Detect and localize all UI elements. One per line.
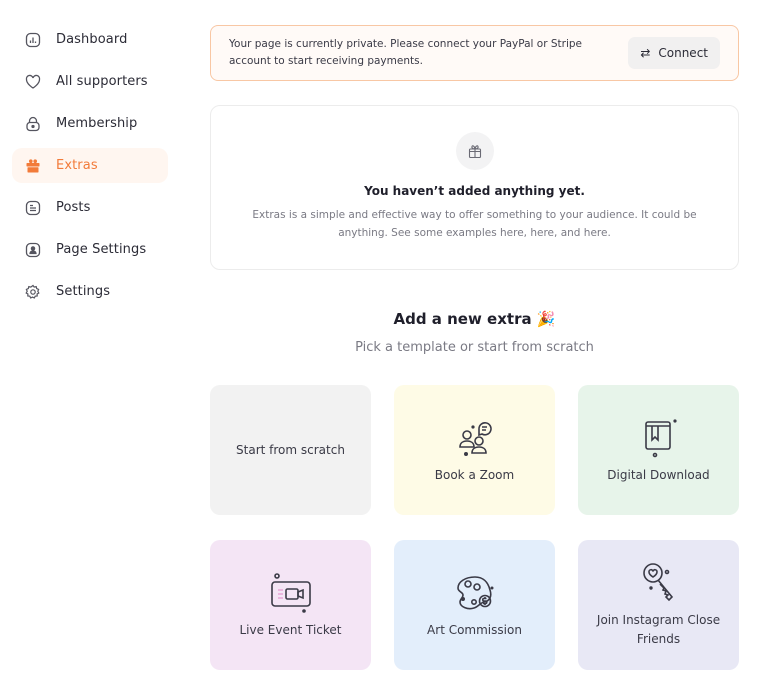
key-heart-icon: [642, 563, 673, 602]
profile-icon: [24, 241, 42, 259]
party-popper-icon: 🎉: [536, 310, 556, 328]
document-icon: [24, 199, 42, 217]
add-extra-subtitle: Pick a template or start from scratch: [355, 340, 594, 355]
template-label: Art Commission: [427, 622, 522, 637]
sidebar-item-label: Dashboard: [56, 32, 128, 47]
video-camera-icon: [270, 572, 311, 613]
sidebar-item-all-supporters[interactable]: All supporters: [12, 64, 168, 99]
private-page-banner: Your page is currently private. Please c…: [210, 25, 739, 81]
book-icon: [644, 418, 677, 457]
sidebar-item-label: Membership: [56, 116, 138, 131]
gear-icon: [24, 283, 42, 301]
template-live-event-ticket[interactable]: Live Event Ticket: [210, 540, 371, 670]
sidebar-item-settings[interactable]: Settings: [12, 274, 168, 309]
sidebar-item-extras[interactable]: Extras: [12, 148, 168, 183]
empty-state-description: Extras is a simple and effective way to …: [252, 209, 697, 239]
template-book-a-zoom[interactable]: Book a Zoom: [394, 385, 555, 515]
heart-icon: [24, 73, 42, 91]
sidebar-item-label: Extras: [56, 158, 98, 173]
lock-icon: [24, 115, 42, 133]
chart-icon: [24, 31, 42, 49]
sidebar-item-posts[interactable]: Posts: [12, 190, 168, 225]
template-label: Start from scratch: [236, 442, 345, 457]
template-label: Join Instagram Close Friends: [596, 613, 721, 646]
template-art-commission[interactable]: Art Commission: [394, 540, 555, 670]
template-join-instagram-close-friends[interactable]: Join Instagram Close Friends: [578, 540, 739, 670]
empty-state-card: You haven’t added anything yet. Extras i…: [210, 105, 739, 270]
template-digital-download[interactable]: Digital Download: [578, 385, 739, 515]
sidebar-item-label: All supporters: [56, 74, 148, 89]
template-start-from-scratch[interactable]: Start from scratch: [210, 385, 371, 515]
sidebar-item-label: Page Settings: [56, 242, 147, 257]
sidebar-item-label: Settings: [56, 284, 111, 299]
empty-state-title: You haven’t added anything yet.: [364, 184, 585, 198]
gift-icon: [468, 145, 481, 159]
template-label: Live Event Ticket: [239, 622, 342, 637]
template-label: Book a Zoom: [434, 467, 515, 482]
banner-message: Your page is currently private. Please c…: [229, 38, 583, 67]
switch-arrows-icon: ⇄: [640, 46, 651, 60]
template-grid: Start from scratch Book a Zoom Digital D…: [210, 385, 739, 670]
palette-icon: [456, 575, 493, 609]
sidebar-item-dashboard[interactable]: Dashboard: [12, 22, 168, 57]
people-chat-icon: [458, 421, 492, 456]
sidebar-item-label: Posts: [56, 200, 91, 215]
template-label: Digital Download: [607, 467, 710, 482]
sidebar-item-page-settings[interactable]: Page Settings: [12, 232, 168, 267]
add-extra-title: Add a new extra: [393, 310, 532, 328]
connect-button-label: Connect: [658, 46, 708, 60]
add-extra-heading: Add a new extra 🎉: [210, 310, 739, 328]
connect-button[interactable]: ⇄ Connect: [628, 37, 720, 69]
gift-icon: [24, 157, 42, 175]
empty-state-icon-wrap: [455, 132, 494, 170]
sidebar-item-membership[interactable]: Membership: [12, 106, 168, 141]
sidebar: Dashboard All supporters Membership Extr…: [12, 22, 168, 316]
